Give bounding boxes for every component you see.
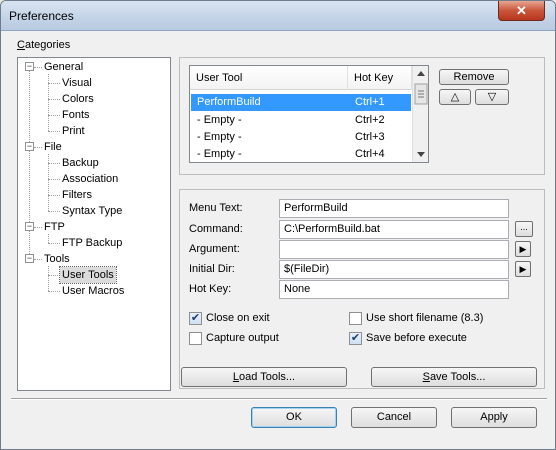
- capture-output-checkbox[interactable]: [189, 332, 202, 345]
- row-tool: - Empty -: [197, 148, 242, 160]
- tree-node-ftp-backup[interactable]: FTP Backup: [60, 235, 124, 251]
- separator: [11, 398, 547, 400]
- close-on-exit-checkbox[interactable]: ✔: [189, 312, 202, 325]
- list-row[interactable]: - Empty - Ctrl+3: [191, 129, 411, 146]
- arrow-up-icon: △: [450, 91, 460, 103]
- row-hotkey: Ctrl+2: [355, 114, 385, 126]
- browse-command-button[interactable]: ...: [515, 221, 533, 237]
- argument-field[interactable]: [279, 240, 509, 259]
- tree-node-backup[interactable]: Backup: [60, 155, 101, 171]
- general-expander-icon[interactable]: −: [25, 62, 34, 71]
- window-title: Preferences: [9, 9, 74, 23]
- ftp-expander-icon[interactable]: −: [25, 222, 34, 231]
- categories-label: Categories: [17, 39, 71, 51]
- tree-node-ftp[interactable]: FTP: [42, 219, 67, 235]
- tree-node-user-tools[interactable]: User Tools: [59, 266, 117, 284]
- tree-node-association[interactable]: Association: [60, 171, 120, 187]
- file-expander-icon[interactable]: −: [25, 142, 34, 151]
- arrow-down-icon: ▽: [487, 91, 497, 103]
- tree-node-visual[interactable]: Visual: [60, 75, 94, 91]
- tree-node-print[interactable]: Print: [60, 123, 87, 139]
- column-header-user-tool[interactable]: User Tool: [190, 66, 348, 90]
- apply-button[interactable]: Apply: [451, 407, 537, 428]
- tree-node-tools[interactable]: Tools: [42, 251, 72, 267]
- row-hotkey: Ctrl+4: [355, 148, 385, 160]
- dialog-client: Categories − General Visual Colors Fonts…: [7, 31, 551, 445]
- title-bar[interactable]: Preferences ✕: [1, 1, 555, 31]
- close-button[interactable]: ✕: [498, 1, 545, 21]
- menu-text-field[interactable]: PerformBuild: [279, 199, 509, 218]
- scrollbar-icon: [414, 71, 428, 157]
- initial-dir-menu-button[interactable]: ▶: [515, 261, 531, 277]
- categories-tree[interactable]: − General Visual Colors Fonts Print − Fi…: [17, 57, 171, 391]
- row-hotkey: Ctrl+3: [355, 131, 385, 143]
- hot-key-label: Hot Key:: [189, 283, 232, 295]
- save-before-execute-checkbox[interactable]: ✔: [349, 332, 362, 345]
- list-scrollbar[interactable]: [412, 66, 428, 162]
- tree-node-colors[interactable]: Colors: [60, 91, 96, 107]
- list-row[interactable]: - Empty - Ctrl+4: [191, 146, 411, 162]
- load-tools-button[interactable]: Load Tools...: [181, 367, 347, 387]
- use-short-filename-checkbox[interactable]: [349, 312, 362, 325]
- tree-node-file[interactable]: File: [42, 139, 64, 155]
- list-row[interactable]: PerformBuild Ctrl+1: [191, 94, 411, 111]
- move-down-button[interactable]: ▽: [475, 89, 509, 105]
- initial-dir-field[interactable]: $(FileDir): [279, 260, 509, 279]
- check-icon: ✔: [350, 332, 361, 344]
- column-header-hot-key[interactable]: Hot Key: [348, 66, 412, 90]
- command-field[interactable]: C:\PerformBuild.bat: [279, 220, 509, 239]
- tree-node-general[interactable]: General: [42, 59, 85, 75]
- close-on-exit-label[interactable]: Close on exit: [206, 312, 270, 324]
- move-up-button[interactable]: △: [439, 89, 471, 105]
- preferences-window: Preferences ✕ Categories − General Visua…: [0, 0, 556, 450]
- row-hotkey: Ctrl+1: [355, 96, 385, 108]
- ok-button[interactable]: OK: [251, 407, 337, 428]
- remove-button[interactable]: Remove: [439, 69, 509, 85]
- tree-node-fonts[interactable]: Fonts: [60, 107, 92, 123]
- hot-key-field[interactable]: None: [279, 280, 509, 299]
- row-tool: PerformBuild: [197, 96, 261, 108]
- tree-node-filters[interactable]: Filters: [60, 187, 94, 203]
- cancel-button[interactable]: Cancel: [351, 407, 437, 428]
- save-before-execute-label[interactable]: Save before execute: [366, 332, 467, 344]
- capture-output-label[interactable]: Capture output: [206, 332, 279, 344]
- list-header: User Tool Hot Key: [190, 66, 412, 90]
- row-tool: - Empty -: [197, 114, 242, 126]
- user-tools-list[interactable]: User Tool Hot Key PerformBuild Ctrl+1 - …: [189, 65, 429, 163]
- close-icon: ✕: [516, 3, 527, 18]
- arrow-right-icon: ▶: [519, 264, 527, 274]
- save-tools-button[interactable]: Save Tools...: [371, 367, 537, 387]
- use-short-filename-label[interactable]: Use short filename (8.3): [366, 312, 483, 324]
- menu-text-label: Menu Text:: [189, 202, 243, 214]
- tree-node-user-macros[interactable]: User Macros: [60, 283, 126, 299]
- initial-dir-label: Initial Dir:: [189, 263, 235, 275]
- check-icon: ✔: [190, 312, 201, 324]
- command-label: Command:: [189, 223, 243, 235]
- argument-label: Argument:: [189, 243, 240, 255]
- row-tool: - Empty -: [197, 131, 242, 143]
- tools-expander-icon[interactable]: −: [25, 254, 34, 263]
- arrow-right-icon: ▶: [519, 244, 527, 254]
- list-row[interactable]: - Empty - Ctrl+2: [191, 112, 411, 129]
- argument-menu-button[interactable]: ▶: [515, 241, 531, 257]
- tree-node-syntax-type[interactable]: Syntax Type: [60, 203, 124, 219]
